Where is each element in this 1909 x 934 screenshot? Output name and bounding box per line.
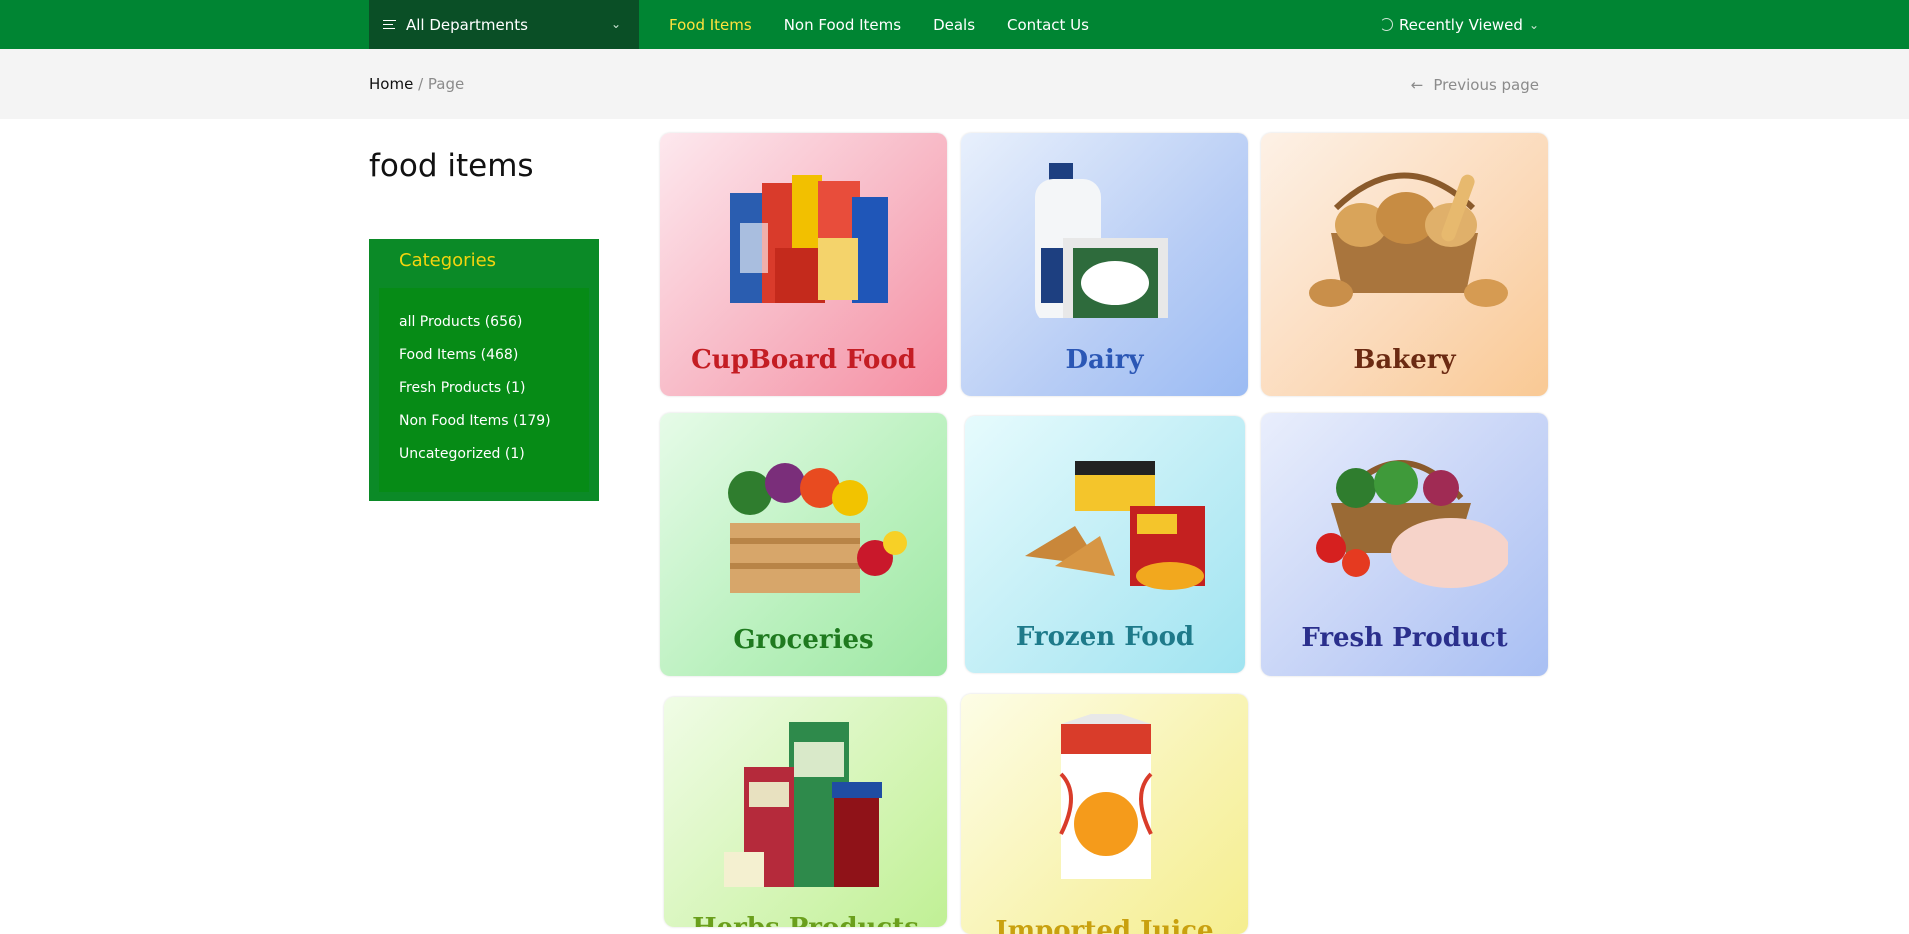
card-label: Frozen Food [1015, 622, 1195, 652]
card-label: Fresh Product [1301, 623, 1508, 653]
juice-carton-image [1059, 714, 1153, 879]
dairy-products-image [1035, 163, 1168, 318]
category-card-dairy[interactable]: Dairy [961, 133, 1248, 396]
breadcrumb: Home / Page [369, 75, 464, 93]
category-link-food-items[interactable]: Food Items (468) [399, 347, 518, 363]
card-label: Bakery [1353, 345, 1456, 375]
category-link-all-products[interactable]: all Products (656) [399, 314, 522, 330]
category-link-fresh-products[interactable]: Fresh Products (1) [399, 380, 525, 396]
nav-contact-us[interactable]: Contact Us [1007, 16, 1089, 34]
arrow-left-icon: ← [1410, 76, 1424, 94]
chevron-down-icon: ⌄ [1528, 17, 1539, 32]
category-card-herbs-products[interactable]: Herbs Products [664, 697, 947, 927]
categories-heading: Categories [399, 250, 497, 271]
category-card-bakery[interactable]: Bakery [1261, 133, 1548, 396]
category-card-frozen-food[interactable]: Frozen Food [965, 416, 1245, 673]
previous-page-link[interactable]: ← Previous page [1411, 76, 1539, 94]
recently-viewed-dropdown[interactable]: Recently Viewed ⌄ [1379, 0, 1539, 49]
category-card-fresh-product[interactable]: Fresh Product [1261, 413, 1548, 676]
breadcrumb-separator: / [418, 75, 424, 93]
departments-label: All Departments [406, 15, 528, 34]
category-card-imported-juice[interactable]: Imported Juice [961, 694, 1248, 934]
bread-basket-image [1309, 172, 1508, 307]
categories-panel: Categories all Products (656) Food Items… [369, 239, 599, 501]
nav-food-items[interactable]: Food Items [669, 16, 752, 34]
nav-non-food-items[interactable]: Non Food Items [784, 16, 901, 34]
recently-viewed-label: Recently Viewed [1398, 15, 1523, 34]
page-title: food items [369, 148, 534, 184]
breadcrumb-home[interactable]: Home [369, 75, 413, 93]
top-nav-bar: All Departments ⌄ Food Items Non Food It… [0, 0, 1909, 49]
card-label: Herbs Products [664, 913, 947, 927]
frozen-food-image [1025, 461, 1205, 590]
vegetable-crate-image [728, 463, 907, 593]
all-departments-dropdown[interactable]: All Departments ⌄ [369, 0, 639, 49]
breadcrumb-bar [0, 49, 1909, 119]
card-label: Imported Juice [995, 916, 1214, 934]
card-label: Groceries [733, 625, 874, 655]
main-nav: Food Items Non Food Items Deals Contact … [669, 0, 1089, 49]
category-link-non-food-items[interactable]: Non Food Items (179) [399, 413, 551, 429]
previous-page-label: Previous page [1433, 76, 1539, 94]
cupboard-products-image [730, 175, 888, 303]
fresh-produce-image [1316, 460, 1508, 588]
history-icon [1379, 18, 1393, 31]
chevron-down-icon: ⌄ [610, 17, 621, 31]
card-label: CupBoard Food [691, 345, 916, 375]
menu-icon [383, 17, 396, 32]
category-card-cupboard-food[interactable]: CupBoard Food [660, 133, 947, 396]
nav-deals[interactable]: Deals [933, 16, 975, 34]
category-card-groceries[interactable]: Groceries [660, 413, 947, 676]
breadcrumb-current: Page [427, 75, 465, 93]
card-label: Dairy [1065, 345, 1144, 375]
category-link-uncategorized[interactable]: Uncategorized (1) [399, 446, 525, 462]
herbal-products-image [724, 722, 882, 887]
